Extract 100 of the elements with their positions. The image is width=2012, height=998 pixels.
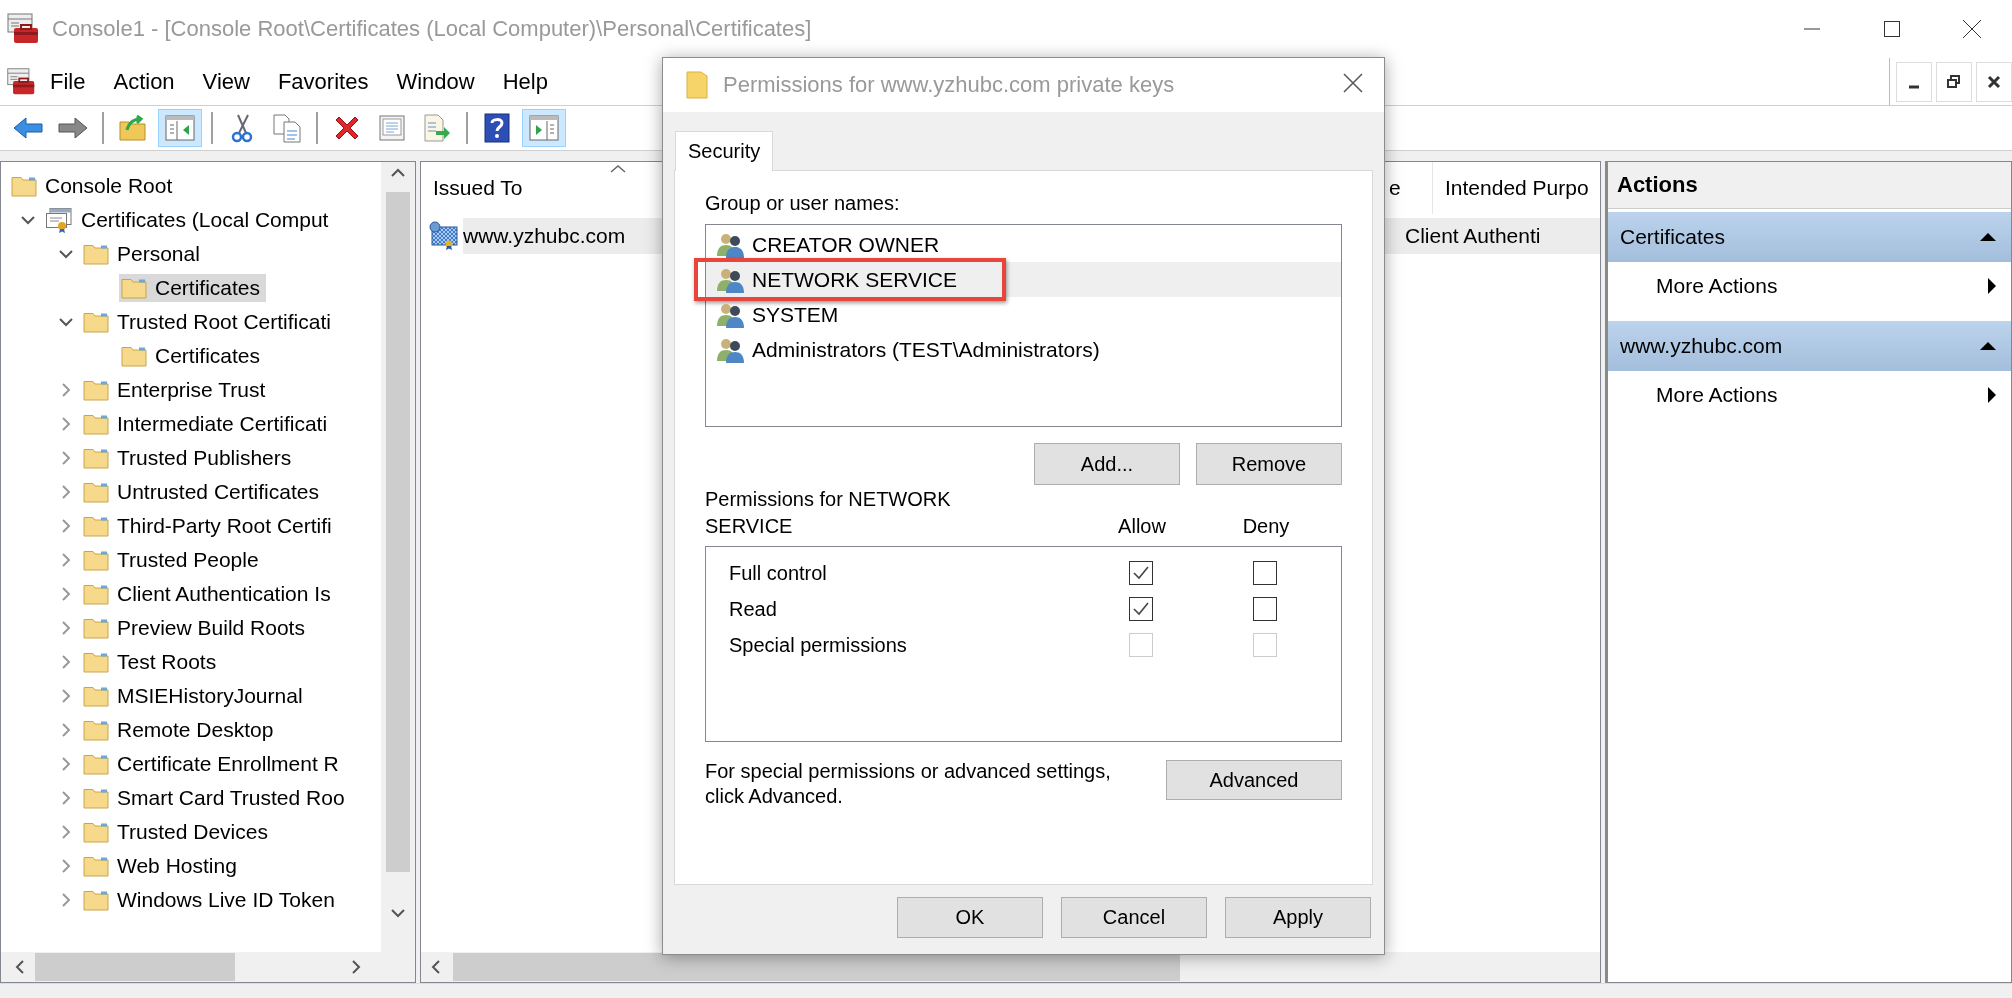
scroll-left-icon[interactable] [431,959,441,975]
checkbox[interactable] [1253,597,1277,621]
collapse-arrow-icon[interactable] [1979,232,1997,242]
tree-item[interactable]: Enterprise Trust [81,376,272,404]
certificate-icon [429,221,459,251]
tree-item[interactable]: Client Authentication Is [81,580,337,608]
tree-toggle-button[interactable] [158,109,202,147]
scroll-up-icon[interactable] [390,168,406,178]
folder-icon [83,583,109,605]
column-header[interactable]: Intended Purpo [1433,162,1600,214]
dialog-button[interactable]: Add... [1034,443,1180,485]
user-list-item[interactable]: CREATOR OWNER [706,227,1341,262]
tree-item[interactable]: Remote Desktop [81,716,280,744]
action-item[interactable]: More Actions [1608,262,2011,310]
tree-item[interactable]: Certificates [119,274,267,302]
tree-item[interactable]: Console Root [9,172,179,200]
tree-item[interactable]: Trusted Publishers [81,444,298,472]
scroll-left-icon[interactable] [15,959,25,975]
tree-item[interactable]: Certificates [119,342,267,370]
dialog-button[interactable]: OK [897,897,1043,938]
submenu-arrow-icon [1987,277,1997,295]
chevron-icon[interactable] [58,317,74,327]
action-pane-toggle-button[interactable] [522,109,566,147]
section-header[interactable]: Certificates [1608,212,2011,262]
tree-item[interactable]: Preview Build Roots [81,614,311,642]
certificate-store-icon [45,207,73,233]
menu-item[interactable]: Window [382,62,489,101]
folder-icon [83,651,109,673]
help-icon [484,113,510,143]
permission-name: Full control [729,561,828,585]
dialog-button[interactable]: Cancel [1061,897,1207,938]
folder-icon [11,175,37,197]
tree-item[interactable]: Smart Card Trusted Roo [81,784,351,812]
permission-name: Special permissions [729,633,908,657]
menu-item[interactable]: View [188,62,264,101]
folder-icon [83,855,109,877]
restore-icon [1946,73,1962,90]
export-icon [422,113,452,143]
horizontal-scrollbar[interactable] [1,952,381,982]
restore-button[interactable] [1936,61,1972,102]
folder-icon [83,413,109,435]
chevron-icon[interactable] [20,215,36,225]
tree-item[interactable]: MSIEHistoryJournal [81,682,309,710]
close-icon[interactable] [1961,18,1983,40]
forward-icon [57,116,89,140]
copy-icon [272,113,302,143]
user-list-item[interactable]: NETWORK SERVICE [706,262,1341,297]
folder-icon [83,379,109,401]
tree-item[interactable]: Test Roots [81,648,223,676]
section-header[interactable]: www.yzhubc.com [1608,321,2011,371]
tree-item[interactable]: Untrusted Certificates [81,478,325,506]
table-cell-text: Client Authenti [1404,224,1541,248]
dialog-button[interactable]: Remove [1196,443,1342,485]
checkbox[interactable] [1129,597,1153,621]
tree-item[interactable]: Intermediate Certificati [81,410,334,438]
tree-item[interactable]: Trusted Devices [81,818,274,846]
panel-icon [529,115,559,141]
tree-item[interactable]: Certificate Enrollment R [81,750,345,778]
close-icon [1986,73,2002,90]
tab[interactable]: Security [675,131,774,171]
tree-item[interactable]: Trusted People [81,546,265,574]
tree-item[interactable]: Web Hosting [81,852,243,880]
folder-icon [83,617,109,639]
folder-icon [83,719,109,741]
scroll-right-icon[interactable] [351,959,361,975]
checkbox[interactable] [1129,561,1153,585]
action-item[interactable]: More Actions [1608,371,2011,419]
horizontal-scrollbar[interactable] [421,952,1600,982]
tree-item[interactable]: Trusted Root Certificati [81,308,337,336]
scroll-down-icon[interactable] [390,908,406,918]
advanced-button[interactable]: Advanced [1166,760,1342,800]
pane-title: Actions [1608,162,2011,209]
collapse-arrow-icon[interactable] [1979,341,1997,351]
vertical-scrollbar[interactable] [381,162,415,952]
menu-item[interactable]: Favorites [263,62,383,101]
window-title: Console1 - [Console Root\Certificates (Local Computer)\Personal\Certificates] [52,16,812,42]
users-icon [716,266,746,293]
tree-item[interactable]: Third-Party Root Certifi [81,512,338,540]
app-icon [6,12,40,46]
tree-item[interactable]: Certificates (Local Comput [43,205,335,235]
properties-icon [378,114,406,142]
user-list-item[interactable]: SYSTEM [706,297,1341,332]
maximize-icon[interactable] [1882,19,1902,39]
menu-item[interactable]: Action [99,62,189,101]
tree-item[interactable]: Windows Live ID Token [81,886,341,914]
menu-item[interactable]: Help [488,62,562,101]
menu-item[interactable]: File [36,62,100,101]
table-cell: www.yzhubc.com [463,224,626,247]
column-label: Allow [1117,514,1167,539]
panel-icon [165,115,195,141]
chevron-icon[interactable] [58,249,74,259]
user-list-item[interactable]: Administrators (TEST\Administrators) [706,332,1341,367]
checkbox[interactable] [1253,561,1277,585]
permission-name: Read [729,597,778,621]
tree-item[interactable]: Personal [81,240,206,268]
close-button[interactable] [1976,61,2012,102]
list-label: Group or user names: [705,191,901,215]
dialog-button[interactable]: Apply [1225,897,1371,938]
back-icon [12,116,44,140]
folder-icon [121,345,147,367]
